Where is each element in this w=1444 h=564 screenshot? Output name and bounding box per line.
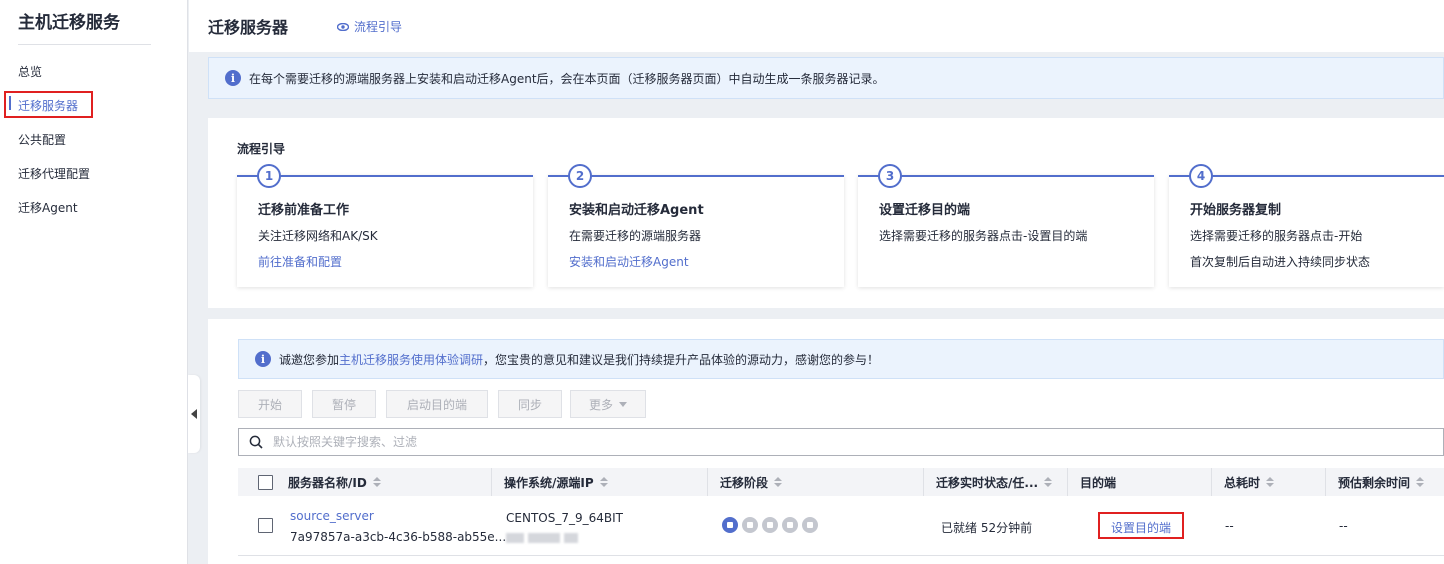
- sync-button[interactable]: 同步: [498, 390, 562, 418]
- survey-banner: i 诚邀您参加主机迁移服务使用体验调研，您宝贵的意见和建议是我们持续提升产品体验…: [238, 339, 1444, 379]
- table-header: 服务器名称/ID 操作系统/源端IP 迁移阶段 迁移实时状态/任... 目的端 …: [238, 468, 1444, 496]
- sidebar-collapse-handle[interactable]: [188, 375, 200, 453]
- migration-stage-icons: [722, 517, 818, 533]
- step-card-3: 3 设置迁移目的端 选择需要迁移的服务器点击-设置目的端: [858, 164, 1154, 287]
- step-description: 在需要迁移的源端服务器: [569, 229, 702, 243]
- stage-3-icon: [762, 517, 778, 533]
- stage-1-icon: [722, 517, 738, 533]
- server-id: 7a97857a-a3cb-4c36-b588-ab55e...: [290, 530, 507, 544]
- more-dropdown-button[interactable]: 更多: [570, 390, 646, 418]
- column-header-name[interactable]: 服务器名称/ID: [275, 468, 381, 496]
- chevron-left-icon: [191, 409, 197, 419]
- step-line: [858, 175, 1154, 177]
- sidebar-item-agent[interactable]: 迁移Agent: [18, 199, 78, 216]
- survey-suffix: ，您宝贵的意见和建议是我们持续提升产品体验的源动力，感谢您的参与！: [483, 352, 880, 367]
- server-os: CENTOS_7_9_64BIT: [506, 511, 623, 525]
- start-target-button[interactable]: 启动目的端: [386, 390, 488, 418]
- sort-icon: [372, 477, 381, 487]
- sidebar-item-proxy-config[interactable]: 迁移代理配置: [18, 165, 90, 182]
- info-banner-text: 在每个需要迁移的源端服务器上安装和启动迁移Agent后，会在本页面（迁移服务器页…: [249, 71, 885, 86]
- more-label: 更多: [588, 397, 613, 412]
- column-header-stage[interactable]: 迁移阶段: [707, 468, 783, 496]
- start-button[interactable]: 开始: [238, 390, 302, 418]
- step-description: 选择需要迁移的服务器点击-设置目的端: [879, 229, 1088, 243]
- sidebar-highlight-box: [4, 91, 93, 118]
- sidebar-divider: [18, 44, 151, 45]
- column-header-label: 总耗时: [1224, 475, 1261, 490]
- column-header-status[interactable]: 迁移实时状态/任...: [923, 468, 1053, 496]
- column-header-os[interactable]: 操作系统/源端IP: [491, 468, 608, 496]
- step-description: 关注迁移网络和AK/SK: [258, 229, 378, 243]
- sort-icon: [1266, 477, 1275, 487]
- sort-icon: [1044, 477, 1053, 487]
- sort-icon: [774, 477, 783, 487]
- survey-text: 诚邀您参加主机迁移服务使用体验调研，您宝贵的意见和建议是我们持续提升产品体验的源…: [279, 351, 879, 368]
- sort-icon: [599, 477, 608, 487]
- column-header-remaining[interactable]: 预估剩余时间: [1325, 468, 1425, 496]
- stage-4-icon: [782, 517, 798, 533]
- page-title: 迁移服务器: [208, 18, 289, 37]
- process-guide-title: 流程引导: [237, 142, 286, 156]
- step-number: 3: [878, 164, 902, 188]
- search-icon: [249, 435, 263, 449]
- stage-5-icon: [802, 517, 818, 533]
- sidebar-item-public-config[interactable]: 公共配置: [18, 131, 66, 148]
- sort-icon: [1416, 477, 1425, 487]
- sidebar-item-overview[interactable]: 总览: [18, 63, 42, 80]
- target-highlight-box: [1098, 512, 1184, 539]
- caret-down-icon: [619, 401, 627, 407]
- source-ip-redacted: [506, 532, 582, 546]
- column-header-elapsed[interactable]: 总耗时: [1211, 468, 1275, 496]
- step-title: 设置迁移目的端: [879, 203, 971, 218]
- column-header-target: 目的端: [1067, 468, 1116, 496]
- step-number: 2: [568, 164, 592, 188]
- search-input[interactable]: [273, 435, 873, 449]
- server-name-link[interactable]: source_server: [290, 509, 374, 523]
- sidebar: 主机迁移服务 总览 迁移服务器 公共配置 迁移代理配置 迁移Agent: [0, 0, 188, 564]
- remaining-time: --: [1339, 519, 1348, 533]
- step-number: 1: [257, 164, 281, 188]
- process-guide-card: 流程引导 1 迁移前准备工作 关注迁移网络和AK/SK 前往准备和配置 2 安装…: [208, 118, 1444, 308]
- step-title: 开始服务器复制: [1190, 203, 1282, 218]
- prepare-config-link[interactable]: 前往准备和配置: [258, 253, 342, 270]
- page-header: 迁移服务器 流程引导: [189, 0, 1444, 52]
- column-header-label: 迁移实时状态/任...: [936, 475, 1039, 490]
- info-icon: i: [255, 351, 271, 367]
- column-header-label: 迁移阶段: [720, 475, 769, 490]
- step-title: 安装和启动迁移Agent: [569, 203, 704, 218]
- column-header-label: 操作系统/源端IP: [504, 475, 594, 490]
- step-title: 迁移前准备工作: [258, 203, 350, 218]
- step-card-2: 2 安装和启动迁移Agent 在需要迁移的源端服务器 安装和启动迁移Agent: [548, 164, 844, 287]
- info-icon: i: [225, 70, 241, 86]
- step-line: [237, 175, 533, 177]
- column-header-label: 目的端: [1080, 475, 1117, 490]
- row-checkbox-cell: [258, 518, 273, 533]
- select-all-checkbox[interactable]: [258, 474, 273, 490]
- search-box[interactable]: [238, 428, 1444, 456]
- pause-button[interactable]: 暂停: [312, 390, 376, 418]
- server-list-card: i 诚邀您参加主机迁移服务使用体验调研，您宝贵的意见和建议是我们持续提升产品体验…: [208, 319, 1444, 564]
- table-row: source_server 7a97857a-a3cb-4c36-b588-ab…: [238, 496, 1444, 556]
- step-line: [548, 175, 844, 177]
- info-banner: i 在每个需要迁移的源端服务器上安装和启动迁移Agent后，会在本页面（迁移服务…: [208, 57, 1444, 99]
- step-number: 4: [1189, 164, 1213, 188]
- install-agent-link[interactable]: 安装和启动迁移Agent: [569, 253, 689, 270]
- elapsed-time: --: [1225, 519, 1234, 533]
- select-all-cell: [245, 468, 273, 496]
- process-guide-link[interactable]: 流程引导: [337, 18, 402, 35]
- row-checkbox[interactable]: [258, 518, 273, 533]
- stage-2-icon: [742, 517, 758, 533]
- step-card-4: 4 开始服务器复制 选择需要迁移的服务器点击-开始 首次复制后自动进入持续同步状…: [1169, 164, 1444, 287]
- column-header-label: 预估剩余时间: [1338, 475, 1411, 490]
- survey-link[interactable]: 主机迁移服务使用体验调研: [339, 353, 483, 367]
- survey-prefix: 诚邀您参加: [279, 352, 340, 367]
- migration-status: 已就绪 52分钟前: [941, 521, 1033, 535]
- step-description-secondary: 首次复制后自动进入持续同步状态: [1190, 255, 1371, 269]
- sidebar-title: 主机迁移服务: [18, 13, 120, 33]
- eye-icon: [337, 22, 349, 31]
- column-header-label: 服务器名称/ID: [288, 475, 367, 490]
- process-guide-label: 流程引导: [354, 20, 403, 34]
- step-card-1: 1 迁移前准备工作 关注迁移网络和AK/SK 前往准备和配置: [237, 164, 533, 287]
- step-description: 选择需要迁移的服务器点击-开始: [1190, 229, 1363, 243]
